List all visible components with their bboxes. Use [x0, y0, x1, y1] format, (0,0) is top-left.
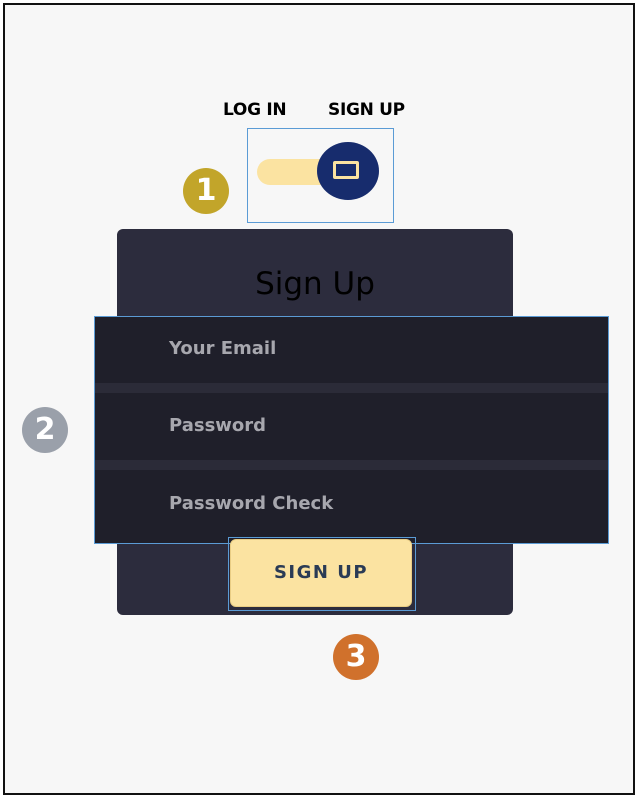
- tab-signup[interactable]: SIGN UP: [328, 100, 405, 120]
- step-badge-2: 2: [22, 407, 68, 453]
- button-highlight-box: [228, 537, 416, 611]
- toggle-highlight-box: [247, 128, 394, 223]
- fields-highlight-box: [94, 316, 609, 544]
- step-badge-1: 1: [183, 168, 229, 214]
- tab-login[interactable]: LOG IN: [223, 100, 287, 120]
- form-title: Sign Up: [255, 266, 375, 302]
- step-badge-3: 3: [333, 634, 379, 680]
